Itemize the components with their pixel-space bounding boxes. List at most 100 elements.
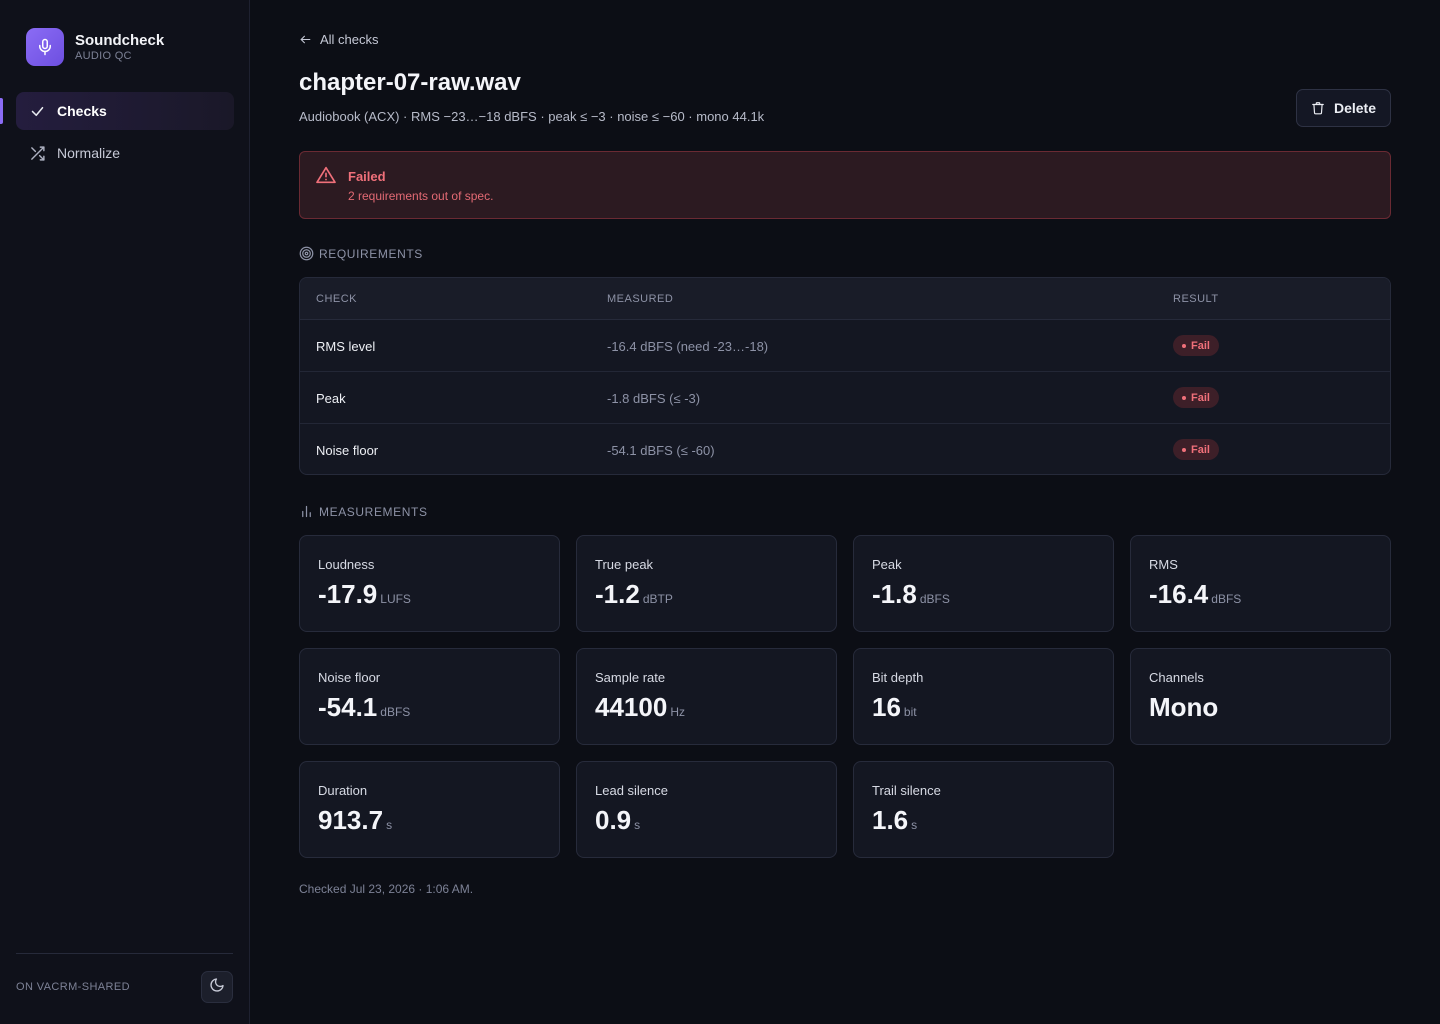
workspace-label: ON VACRM-SHARED xyxy=(16,981,130,993)
shuffle-icon xyxy=(28,144,46,162)
column-header-measured: MEASURED xyxy=(607,293,674,305)
measurement-card-sample-rate: Sample rate 44100 Hz xyxy=(576,648,837,745)
status-badge: Fail xyxy=(1173,387,1219,408)
trash-icon xyxy=(1312,102,1324,115)
card-unit: s xyxy=(386,818,393,832)
delete-button-label: Delete xyxy=(1333,100,1377,116)
measured-value: -54.1 dBFS (≤ -60) xyxy=(607,443,715,458)
sidebar-item-checks[interactable]: Checks xyxy=(16,92,234,130)
target-icon xyxy=(299,246,314,261)
card-value: 16 xyxy=(872,692,901,722)
measurement-card-channels: Channels Mono xyxy=(1130,648,1391,745)
status-alert: Failed 2 requirements out of spec. xyxy=(299,151,1391,219)
status-badge: Fail xyxy=(1173,439,1219,460)
card-value: -16.4 xyxy=(1149,579,1209,609)
measurement-card-bit-depth: Bit depth 16 bit xyxy=(853,648,1114,745)
sidebar-item-normalize[interactable]: Normalize xyxy=(16,134,234,172)
card-value: -1.2 xyxy=(595,579,640,609)
warning-icon xyxy=(316,166,336,189)
sidebar-nav: Checks Normalize xyxy=(16,92,234,176)
page-subtitle: Audiobook (ACX) · RMS −23…−18 dBFS · pea… xyxy=(299,109,765,124)
alert-title: Failed xyxy=(348,169,386,184)
back-link[interactable]: All checks xyxy=(299,32,379,47)
card-label: Peak xyxy=(872,557,902,572)
microphone-icon xyxy=(26,28,64,66)
card-label: Loudness xyxy=(318,557,375,572)
alert-message: 2 requirements out of spec. xyxy=(348,189,494,203)
card-unit: dBFS xyxy=(919,592,950,606)
status-dot xyxy=(1182,447,1186,452)
status-badge-label: Fail xyxy=(1191,391,1210,404)
measurement-card-lead-silence: Lead silence 0.9 s xyxy=(576,761,837,858)
arrow-left-icon xyxy=(300,35,311,44)
card-unit: bit xyxy=(903,705,917,719)
card-label: Bit depth xyxy=(872,670,924,685)
measurement-card-peak: Peak -1.8 dBFS xyxy=(853,535,1114,632)
column-header-check: CHECK xyxy=(316,293,358,305)
check-name: Peak xyxy=(316,391,346,406)
check-icon xyxy=(28,102,46,120)
card-value: Mono xyxy=(1149,692,1219,722)
card-unit: dBTP xyxy=(642,592,673,606)
brand-name: Soundcheck xyxy=(75,31,165,49)
card-unit: s xyxy=(911,818,918,832)
moon-icon xyxy=(209,977,225,998)
requirements-table: CHECK MEASURED RESULT RMS level -16.4 dB… xyxy=(299,277,1391,475)
card-label: Duration xyxy=(318,783,368,798)
brand-subtitle: AUDIO QC xyxy=(75,49,132,62)
card-unit: dBFS xyxy=(1211,592,1242,606)
measurement-card-loudness: Loudness -17.9 LUFS xyxy=(299,535,560,632)
status-dot xyxy=(1182,395,1186,400)
table-row: RMS level -16.4 dBFS (need -23…-18) Fail xyxy=(300,320,1390,372)
sidebar: Soundcheck AUDIO QC Checks Normalize ON … xyxy=(0,0,250,1024)
measurement-card-true-peak: True peak -1.2 dBTP xyxy=(576,535,837,632)
delete-button[interactable]: Delete xyxy=(1296,89,1391,127)
sidebar-item-label: Checks xyxy=(57,103,107,119)
card-value: -17.9 xyxy=(318,579,378,609)
theme-toggle-button[interactable] xyxy=(201,971,233,1003)
requirements-heading: REQUIREMENTS xyxy=(299,246,423,261)
status-badge-label: Fail xyxy=(1191,339,1210,352)
card-value: 913.7 xyxy=(318,805,384,835)
table-row: Noise floor -54.1 dBFS (≤ -60) Fail xyxy=(300,424,1390,474)
status-badge-label: Fail xyxy=(1191,443,1210,456)
measurement-card-rms: RMS -16.4 dBFS xyxy=(1130,535,1391,632)
measurement-card-trail-silence: Trail silence 1.6 s xyxy=(853,761,1114,858)
card-label: Channels xyxy=(1149,670,1204,685)
bar-chart-icon xyxy=(302,505,311,518)
sidebar-item-label: Normalize xyxy=(57,145,121,161)
table-row: Peak -1.8 dBFS (≤ -3) Fail xyxy=(300,372,1390,424)
card-value: 1.6 xyxy=(872,805,909,835)
check-name: RMS level xyxy=(316,339,376,354)
measured-value: -16.4 dBFS (need -23…-18) xyxy=(607,339,769,354)
table-header: CHECK MEASURED RESULT xyxy=(300,278,1390,320)
card-label: Noise floor xyxy=(318,670,381,685)
card-unit: s xyxy=(634,818,641,832)
status-dot xyxy=(1182,343,1186,348)
sidebar-footer: ON VACRM-SHARED xyxy=(16,953,233,1024)
active-nav-indicator xyxy=(0,98,3,124)
card-value: -1.8 xyxy=(872,579,917,609)
card-label: Sample rate xyxy=(595,670,666,685)
measurements-heading-label: MEASUREMENTS xyxy=(319,504,428,519)
page-title: chapter-07-raw.wav xyxy=(299,69,521,96)
check-name: Noise floor xyxy=(316,443,379,458)
card-label: Lead silence xyxy=(595,783,668,798)
card-unit: Hz xyxy=(670,705,685,719)
card-label: RMS xyxy=(1149,557,1178,572)
status-badge: Fail xyxy=(1173,335,1219,356)
checked-timestamp: Checked Jul 23, 2026 · 1:06 AM. xyxy=(299,882,474,896)
column-header-result: RESULT xyxy=(1173,293,1219,305)
brand[interactable]: Soundcheck AUDIO QC xyxy=(26,28,164,66)
measurement-card-noise-floor: Noise floor -54.1 dBFS xyxy=(299,648,560,745)
requirements-heading-label: REQUIREMENTS xyxy=(319,246,423,261)
card-value: 0.9 xyxy=(595,805,632,835)
card-label: True peak xyxy=(595,557,654,572)
measurements-heading: MEASUREMENTS xyxy=(299,504,428,519)
card-value: -54.1 xyxy=(318,692,378,722)
card-label: Trail silence xyxy=(872,783,941,798)
back-link-label: All checks xyxy=(320,32,379,47)
measured-value: -1.8 dBFS (≤ -3) xyxy=(607,391,701,406)
measurement-card-duration: Duration 913.7 s xyxy=(299,761,560,858)
card-unit: dBFS xyxy=(380,705,411,719)
